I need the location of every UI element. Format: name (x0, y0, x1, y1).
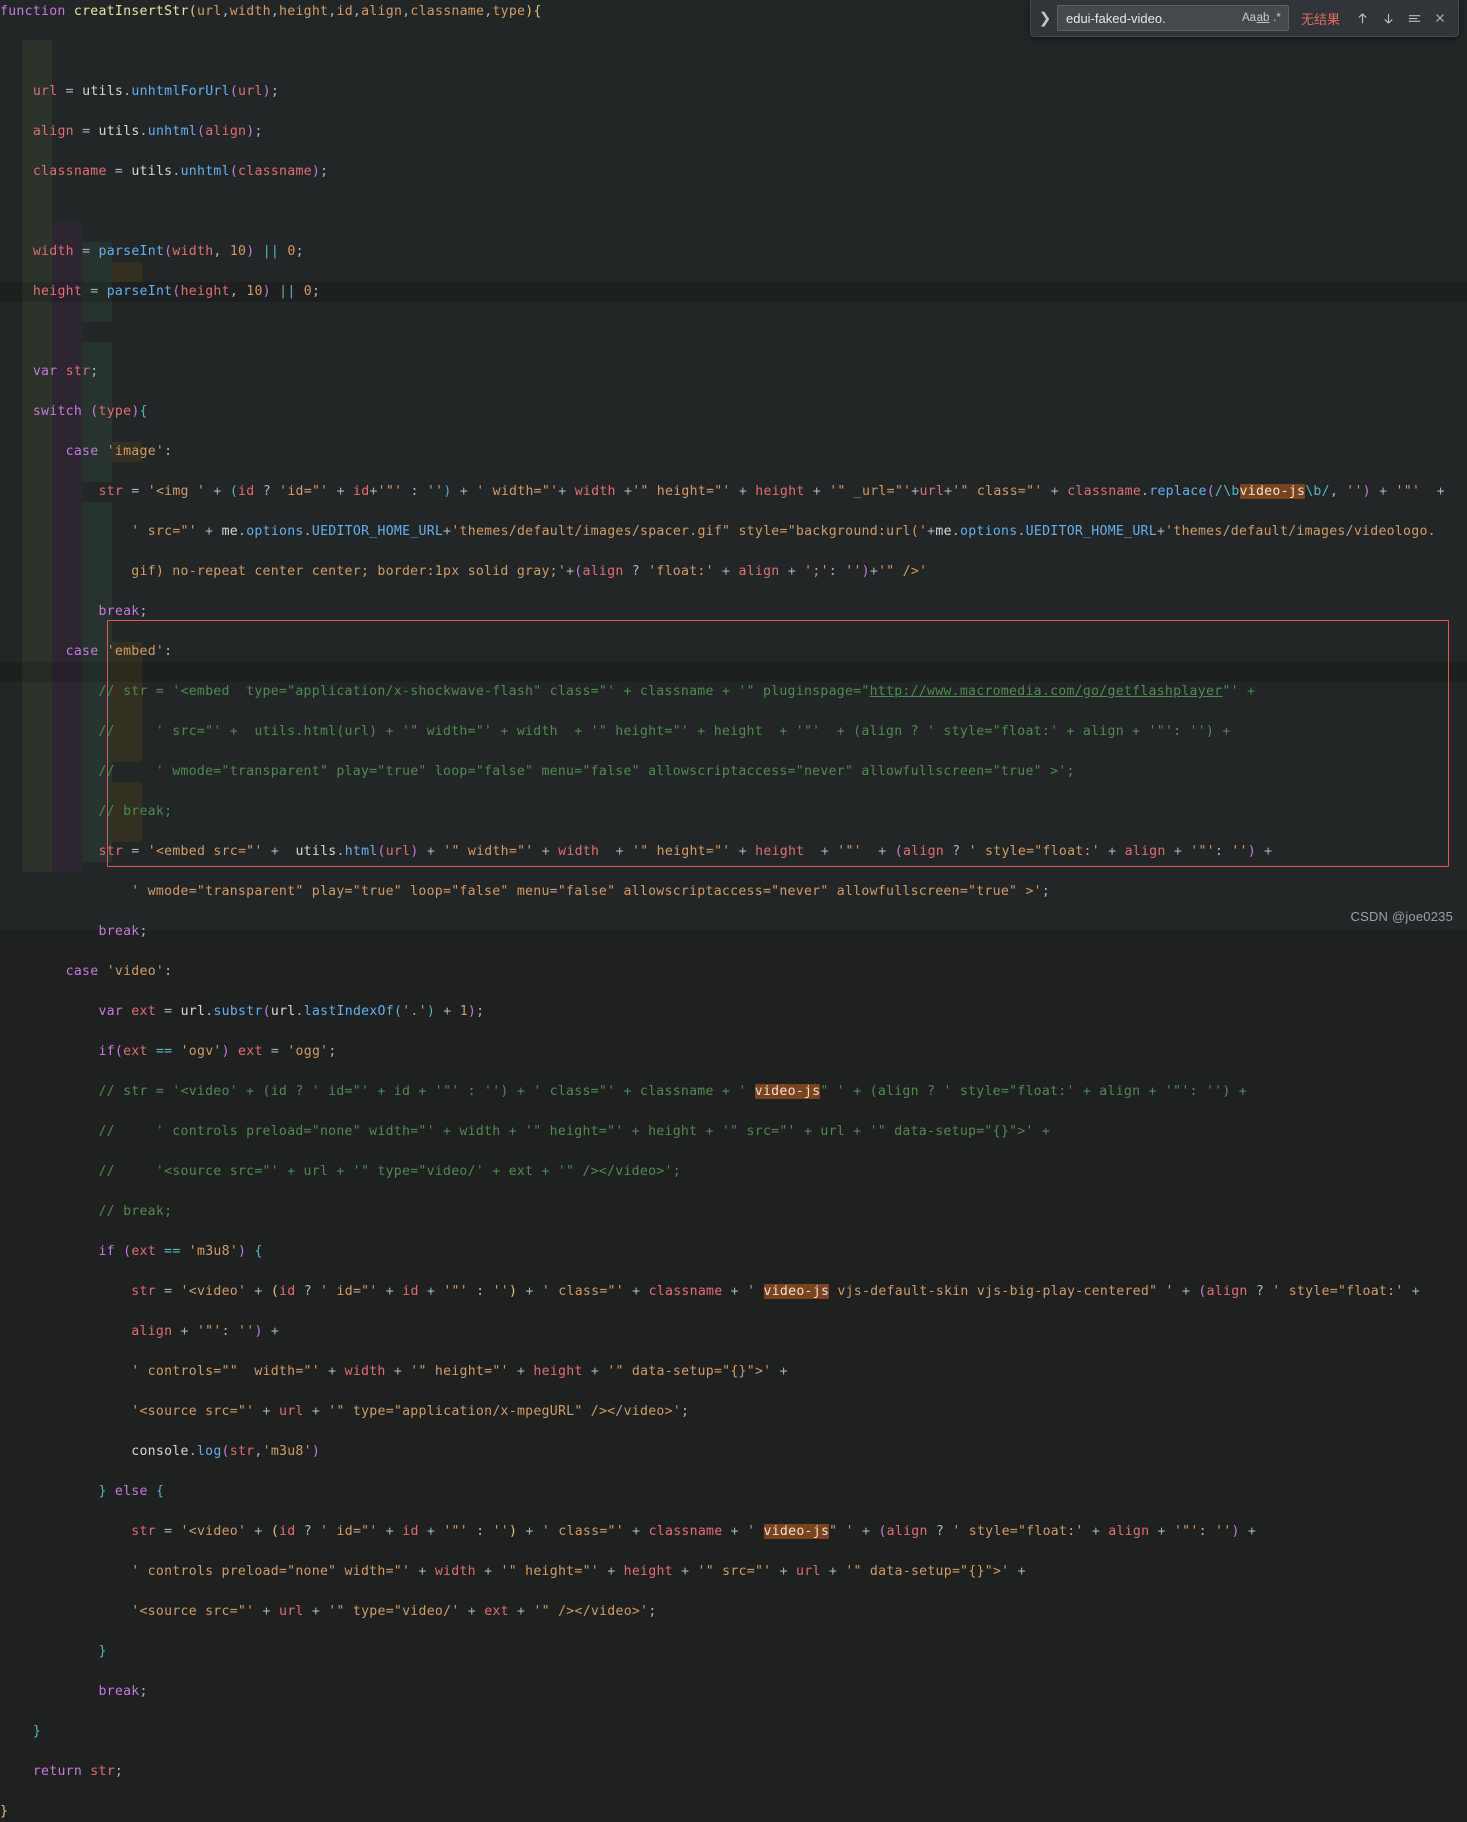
code-line[interactable]: switch (type){ (0, 402, 1467, 422)
code-line[interactable]: console.log(str,'m3u8') (0, 1442, 1467, 1462)
code-line[interactable]: url = utils.unhtmlForUrl(url); (0, 82, 1467, 102)
code-line[interactable]: ' controls preload="none" width="' + wid… (0, 1562, 1467, 1582)
chevron-right-icon[interactable]: ❯ (1035, 9, 1055, 27)
code-line[interactable]: var str; (0, 362, 1467, 382)
code-line[interactable]: if(ext == 'ogv') ext = 'ogg'; (0, 1042, 1467, 1062)
code-line[interactable]: // break; (0, 802, 1467, 822)
selection-lines-icon[interactable] (1402, 6, 1426, 30)
code-line[interactable]: // ' src="' + utils.html(url) + '" width… (0, 722, 1467, 742)
code-line[interactable]: // str = '<embed type="application/x-sho… (0, 682, 1467, 702)
code-line[interactable]: height = parseInt(height, 10) || 0; (0, 282, 1467, 302)
code-line[interactable]: str = '<video' + (id ? ' id="' + id + '"… (0, 1282, 1467, 1302)
code-line[interactable] (0, 322, 1467, 342)
code-line[interactable]: width = parseInt(width, 10) || 0; (0, 242, 1467, 262)
code-line[interactable]: case 'video': (0, 962, 1467, 982)
code-line[interactable]: // ' controls preload="none" width="' + … (0, 1122, 1467, 1142)
code-line[interactable]: } else { (0, 1482, 1467, 1502)
code-line[interactable]: // ' wmode="transparent" play="true" loo… (0, 762, 1467, 782)
code-line[interactable]: ' src="' + me.options.UEDITOR_HOME_URL+'… (0, 522, 1467, 542)
find-status-text: 无结果 (1300, 11, 1340, 27)
watermark-text: CSDN @joe0235 (1350, 909, 1453, 924)
code-line[interactable]: // '<source src="' + url + '" type="vide… (0, 1162, 1467, 1182)
arrow-up-icon[interactable] (1350, 6, 1374, 30)
find-actions[interactable] (1350, 6, 1452, 30)
code-line[interactable]: classname = utils.unhtml(classname); (0, 162, 1467, 182)
close-icon[interactable] (1428, 6, 1452, 30)
code-line[interactable]: str = '<embed src="' + utils.html(url) +… (0, 842, 1467, 862)
arrow-down-icon[interactable] (1376, 6, 1400, 30)
code-line[interactable]: align + '"': '') + (0, 1322, 1467, 1342)
code-line[interactable]: break; (0, 922, 1467, 942)
find-input-wrapper[interactable]: Aa ab .* (1056, 5, 1289, 31)
find-widget[interactable]: ❯ Aa ab .* 无结果 (1029, 0, 1459, 37)
whole-word-icon[interactable]: ab (1256, 8, 1270, 28)
code-line[interactable]: break; (0, 1682, 1467, 1702)
code-line[interactable]: break; (0, 602, 1467, 622)
code-line[interactable]: '<source src="' + url + '" type="applica… (0, 1402, 1467, 1422)
code-line[interactable] (0, 42, 1467, 62)
find-input[interactable] (1065, 10, 1242, 26)
match-case-icon[interactable]: Aa (1242, 8, 1256, 28)
code-line[interactable]: } (0, 1802, 1467, 1822)
code-line[interactable]: if (ext == 'm3u8') { (0, 1242, 1467, 1262)
code-line[interactable]: str = '<img ' + (id ? 'id="' + id+'"' : … (0, 482, 1467, 502)
code-line[interactable]: // str = '<video' + (id ? ' id="' + id +… (0, 1082, 1467, 1102)
regex-icon[interactable]: .* (1270, 8, 1284, 28)
code-line[interactable]: return str; (0, 1762, 1467, 1782)
editor-surface[interactable]: function creatInsertStr(url,width,height… (0, 0, 1467, 1819)
code-line[interactable]: str = '<video' + (id ? ' id="' + id + '"… (0, 1522, 1467, 1542)
code-line[interactable]: } (0, 1722, 1467, 1742)
code-line[interactable]: var ext = url.substr(url.lastIndexOf('.'… (0, 1002, 1467, 1022)
code-line[interactable]: ' controls="" width="' + width + '" heig… (0, 1362, 1467, 1382)
code-line[interactable]: case 'embed': (0, 642, 1467, 662)
code-line[interactable]: ' wmode="transparent" play="true" loop="… (0, 882, 1467, 902)
code-line[interactable] (0, 202, 1467, 222)
code-line[interactable]: gif) no-repeat center center; border:1px… (0, 562, 1467, 582)
code-line[interactable]: align = utils.unhtml(align); (0, 122, 1467, 142)
code-line[interactable]: case 'image': (0, 442, 1467, 462)
code-line[interactable]: // break; (0, 1202, 1467, 1222)
code-editor-window: function creatInsertStr(url,width,height… (0, 0, 1467, 1819)
code-line[interactable]: } (0, 1642, 1467, 1662)
code-line[interactable]: '<source src="' + url + '" type="video/'… (0, 1602, 1467, 1622)
code-content[interactable]: function creatInsertStr(url,width,height… (0, 0, 1467, 1819)
